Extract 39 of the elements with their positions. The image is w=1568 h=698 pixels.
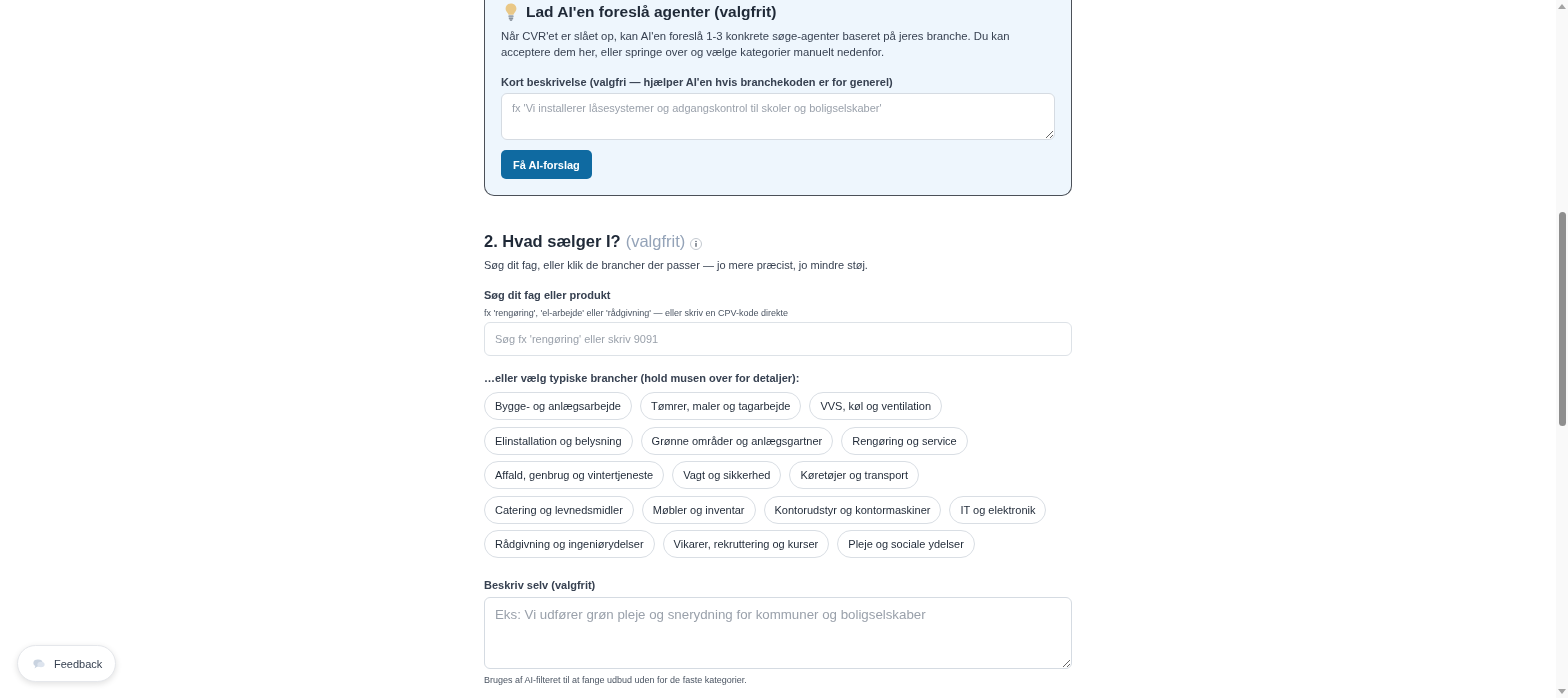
- custom-description-field[interactable]: Eks: Vi udfører grøn pleje og snerydning for kommuner og boligselskaber: [484, 597, 1072, 669]
- scroll-down-icon[interactable]: [1558, 689, 1566, 694]
- search-field[interactable]: Søg fx 'rengøring' eller skriv 9091: [484, 322, 1072, 356]
- category-chip[interactable]: Kontorudstyr og kontormaskiner: [763, 495, 942, 524]
- speech-bubble-icon: [33, 658, 45, 669]
- category-chip[interactable]: Grønne områder og anlægsgartner: [640, 426, 834, 455]
- info-icon[interactable]: [690, 237, 703, 250]
- ai-suggest-button[interactable]: Få AI-forslag: [501, 150, 592, 179]
- category-chip[interactable]: Rengøring og service: [841, 426, 968, 455]
- section-title: 2. Hvad sælger I?: [484, 231, 621, 251]
- card-title: Lad AI'en foreslå agenter (valgfrit): [526, 2, 777, 22]
- category-chip[interactable]: Elinstallation og belysning: [484, 426, 633, 455]
- description-field[interactable]: fx 'Vi installerer låsesystemer og adgangskontrol til skoler og boligselskaber': [501, 93, 1055, 140]
- scroll-up-icon[interactable]: [1558, 4, 1566, 9]
- optional-label: (valgfrit): [625, 231, 686, 251]
- field-hint: Bruges af AI-filteret til at fange udbud uden for de faste kategorier.: [484, 674, 747, 686]
- category-chip[interactable]: IT og elektronik: [949, 495, 1047, 524]
- category-chip[interactable]: Catering og levnedsmidler: [484, 495, 634, 524]
- field-hint: fx 'rengøring', 'el-arbejde' eller 'rådgivning' — eller skriv en CPV-kode direkte: [484, 307, 788, 319]
- field-label: Beskriv selv (valgfrit): [484, 578, 596, 592]
- category-chip[interactable]: Affald, genbrug og vintertjeneste: [484, 461, 665, 489]
- feedback-button[interactable]: Feedback: [17, 645, 117, 682]
- category-chip[interactable]: Møbler og inventar: [641, 495, 756, 524]
- category-chip[interactable]: Rådgivning og ingeniørydelser: [484, 530, 655, 558]
- field-label: Søg dit fag eller produkt: [484, 288, 611, 302]
- category-chip[interactable]: Køretøjer og transport: [789, 461, 920, 489]
- field-label: Kort beskrivelse (valgfri — hjælper AI'en hvis branchekoden er for generel): [501, 75, 893, 89]
- scrollbar[interactable]: [1556, 0, 1568, 698]
- section-subtitle: Søg dit fag, eller klik de brancher der passer — jo mere præcist, jo mindre støj.: [484, 258, 868, 273]
- scrollbar-thumb[interactable]: [1558, 212, 1566, 426]
- category-chip[interactable]: Tømrer, maler og tagarbejde: [640, 392, 802, 420]
- card-description: Når CVR'et er slået op, kan AI'en foreslå 1-3 konkrete søge-agenter baseret på jeres branche. Du kan acceptere dem her, eller springe over og vælge kategorier manuelt nedenfor.: [501, 29, 1011, 60]
- category-chip[interactable]: Vikarer, rekruttering og kurser: [662, 530, 830, 558]
- category-chip[interactable]: VVS, køl og ventilation: [809, 392, 943, 420]
- category-chip[interactable]: Bygge- og anlægsarbejde: [484, 392, 632, 420]
- category-chip[interactable]: Pleje og sociale ydelser: [837, 530, 975, 558]
- category-chip[interactable]: Vagt og sikkerhed: [672, 461, 782, 489]
- lightbulb-icon: [505, 3, 517, 21]
- chips-label: …eller vælg typiske brancher (hold musen over for detaljer):: [484, 371, 800, 385]
